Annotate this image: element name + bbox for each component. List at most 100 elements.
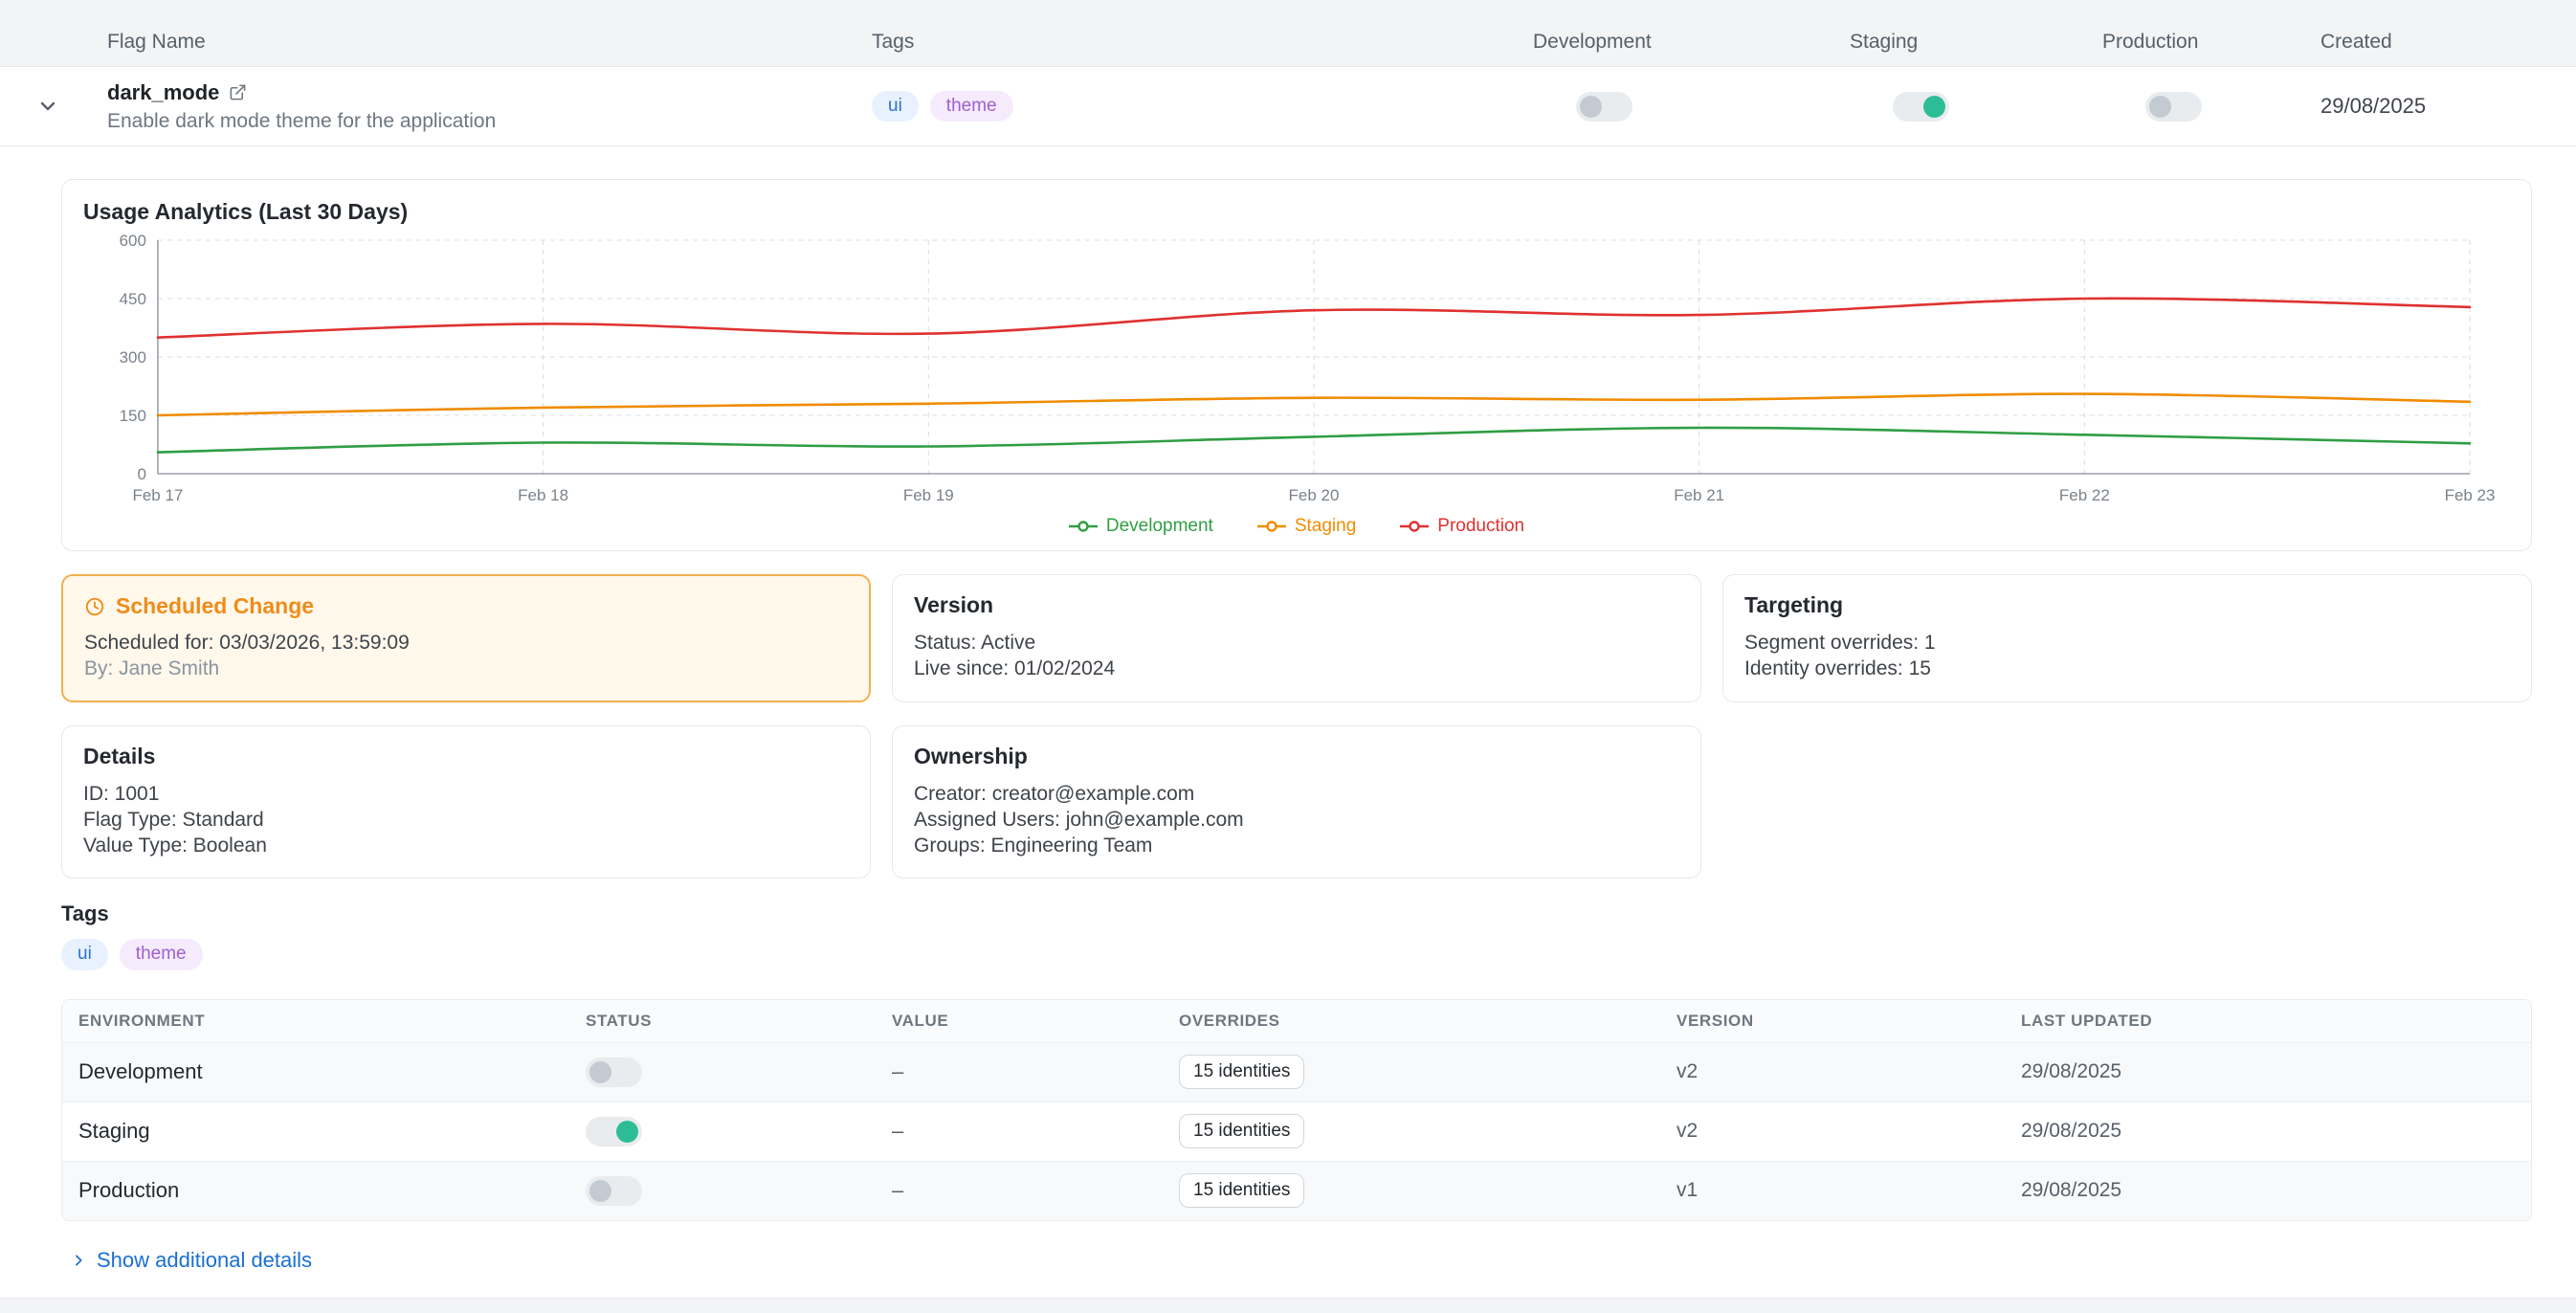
development-toggle-cell [1533,92,1850,122]
chevron-down-icon [36,95,59,118]
svg-text:600: 600 [120,232,146,250]
svg-text:Feb 18: Feb 18 [518,486,568,504]
env-name: Production [78,1178,586,1203]
ownership-creator: Creator: creator@example.com [914,781,1679,807]
env-value: – [892,1119,1179,1144]
toggle-knob [589,1180,611,1202]
show-additional-details-label: Show additional details [97,1248,312,1273]
production-toggle[interactable] [2145,92,2202,122]
flag-row[interactable]: dark_mode Enable dark mode theme for the… [0,66,2576,146]
header-development: Development [1533,31,1850,54]
flag-description: Enable dark mode theme for the applicati… [107,110,872,133]
toggle-knob [2149,96,2171,118]
env-name: Staging [78,1119,586,1144]
header-tags: Tags [872,31,1533,54]
toggle-knob [616,1121,638,1143]
show-additional-details-link[interactable]: Show additional details [61,1248,312,1273]
external-link-icon[interactable] [229,83,247,101]
development-toggle[interactable] [1576,92,1632,122]
targeting-card: Targeting Segment overrides: 1 Identity … [1722,574,2532,702]
header-flag-name: Flag Name [0,31,872,54]
environment-table-header: ENVIRONMENT STATUS VALUE OVERRIDES VERSI… [62,1000,2531,1042]
legend-marker-icon [1400,521,1429,532]
env-last-updated: 29/08/2025 [2021,1060,2531,1083]
env-header-last-updated: LAST UPDATED [2021,1012,2531,1031]
env-value: – [892,1059,1179,1084]
env-name: Development [78,1059,586,1084]
env-last-updated: 29/08/2025 [2021,1179,2531,1202]
legend-item-development: Development [1069,516,1213,537]
toggle-knob [589,1061,611,1083]
production-toggle-cell [2102,92,2321,122]
env-header-version: VERSION [1677,1012,2021,1031]
legend-marker-icon [1257,521,1286,532]
usage-analytics-card: Usage Analytics (Last 30 Days) 015030045… [61,179,2532,551]
ownership-assigned-users: Assigned Users: john@example.com [914,807,1679,833]
flag-id: ID: 1001 [83,781,849,807]
flag-row-tags: ui theme [872,91,1533,122]
svg-text:Feb 23: Feb 23 [2445,486,2496,504]
chevron-right-icon [71,1253,86,1268]
environment-table: ENVIRONMENT STATUS VALUE OVERRIDES VERSI… [61,999,2532,1221]
env-version: v2 [1677,1060,2021,1083]
tag-pill: ui [872,91,919,122]
collapse-row-button[interactable] [36,95,59,118]
svg-text:Feb 22: Feb 22 [2059,486,2110,504]
production-status-toggle[interactable] [586,1176,642,1206]
scheduled-by: By: Jane Smith [84,656,848,681]
header-production: Production [2102,31,2321,54]
header-created: Created [2321,31,2576,54]
svg-text:Feb 20: Feb 20 [1289,486,1340,504]
flag-name-cell: dark_mode Enable dark mode theme for the… [0,80,872,133]
scheduled-change-title: Scheduled Change [116,593,314,619]
staging-toggle-cell [1850,92,2102,122]
legend-label: Production [1437,516,1524,537]
overrides-badge[interactable]: 15 identities [1179,1055,1304,1089]
env-last-updated: 29/08/2025 [2021,1120,2531,1143]
table-row: Staging – 15 identities v2 29/08/2025 [62,1102,2531,1161]
overrides-badge[interactable]: 15 identities [1179,1114,1304,1148]
flag-table-header: Flag Name Tags Development Staging Produ… [0,0,2576,66]
tag-pill: theme [930,91,1013,122]
svg-text:Feb 17: Feb 17 [133,486,184,504]
flag-type: Flag Type: Standard [83,807,849,833]
details-card: Details ID: 1001 Flag Type: Standard Val… [61,725,871,879]
tags-section: Tags ui theme [61,901,2532,970]
created-date: 29/08/2025 [2321,94,2576,119]
table-row: Production – 15 identities v1 29/08/2025 [62,1161,2531,1220]
svg-text:300: 300 [120,348,146,367]
toggle-knob [1580,96,1602,118]
identity-overrides: Identity overrides: 15 [1744,656,2510,681]
svg-text:Feb 21: Feb 21 [1674,486,1724,504]
summary-cards-row-2: Details ID: 1001 Flag Type: Standard Val… [61,725,2532,879]
segment-overrides: Segment overrides: 1 [1744,630,2510,656]
svg-text:450: 450 [120,290,146,308]
flag-name: dark_mode [107,80,219,105]
summary-cards-row-1: Scheduled Change Scheduled for: 03/03/20… [61,574,2532,702]
details-title: Details [83,744,849,769]
tags-section-title: Tags [61,901,2532,926]
env-header-status: STATUS [586,1012,892,1031]
tag-pill: ui [61,939,108,970]
env-version: v1 [1677,1179,2021,1202]
ownership-card: Ownership Creator: creator@example.com A… [892,725,1701,879]
header-staging: Staging [1850,31,2102,54]
svg-text:150: 150 [120,407,146,425]
development-status-toggle[interactable] [586,1057,642,1087]
staging-toggle[interactable] [1893,92,1949,122]
scheduled-for: Scheduled for: 03/03/2026, 13:59:09 [84,630,848,656]
version-status: Status: Active [914,630,1679,656]
scheduled-change-card: Scheduled Change Scheduled for: 03/03/20… [61,574,871,702]
version-title: Version [914,592,1679,618]
staging-status-toggle[interactable] [586,1117,642,1146]
version-card: Version Status: Active Live since: 01/02… [892,574,1701,702]
version-live-since: Live since: 01/02/2024 [914,656,1679,681]
targeting-title: Targeting [1744,592,2510,618]
clock-icon [84,596,105,617]
env-header-overrides: OVERRIDES [1179,1012,1677,1031]
overrides-badge[interactable]: 15 identities [1179,1173,1304,1208]
usage-analytics-chart: 0150300450600Feb 17Feb 18Feb 19Feb 20Feb… [83,231,2510,514]
tag-pill: theme [120,939,203,970]
table-row: Development – 15 identities v2 29/08/202… [62,1042,2531,1102]
toggle-knob [1923,96,1945,118]
